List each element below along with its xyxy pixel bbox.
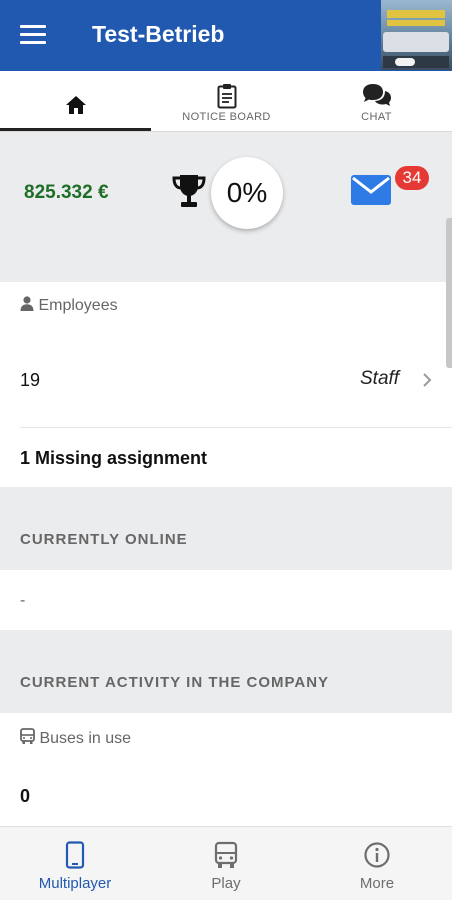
tab-notice-board[interactable]: NOTICE BOARD [151,71,302,131]
app-bar: Test-Betrieb [0,0,452,71]
bottom-navigation: Multiplayer Play More [0,826,452,900]
activity-title: CURRENT ACTIVITY IN THE COMPANY [20,674,330,691]
unread-messages-badge[interactable]: 34 [395,166,429,190]
buses-in-use-value: 0 [20,786,31,806]
nav-play[interactable]: Play [151,827,301,900]
divider [20,427,452,428]
tab-label: CHAT [361,111,392,123]
side-drawer-handle[interactable] [446,218,452,368]
nav-label: Multiplayer [38,875,112,892]
staff-link[interactable]: Staff [360,368,399,390]
employees-label: Employees [38,297,118,314]
stats-panel: 825.332 € 0% 34 [0,132,452,282]
app-title: Test-Betrieb [92,21,225,47]
online-title: CURRENTLY ONLINE [20,531,188,548]
top-tab-bar: NOTICE BOARD CHAT [0,71,452,132]
tab-chat[interactable]: CHAT [301,71,452,131]
trophy-icon [172,175,206,207]
missing-assignment[interactable]: 1 Missing assignment [20,448,207,469]
home-icon [65,96,86,114]
tab-home[interactable] [0,71,151,131]
phone-icon [65,841,85,869]
nav-label: Play [211,875,241,892]
menu-icon[interactable] [20,25,46,47]
company-balance: 825.332 € [24,182,109,203]
promo-banner-image[interactable] [381,0,452,70]
clipboard-icon [217,84,236,109]
employees-section-label: Employees [20,296,118,315]
buses-label: Buses in use [39,730,132,747]
progress-percentage: 0% [211,157,283,229]
tab-label: NOTICE BOARD [182,111,271,123]
info-icon [364,842,390,868]
buses-section-label: Buses in use [20,728,131,748]
online-header: CURRENTLY ONLINE [0,487,452,570]
mail-icon [351,175,391,205]
nav-multiplayer[interactable]: Multiplayer [0,827,150,900]
bus-icon [20,728,35,744]
nav-more[interactable]: More [302,827,452,900]
chevron-right-icon[interactable] [422,372,432,388]
online-users-value: - [20,592,26,609]
activity-header: CURRENT ACTIVITY IN THE COMPANY [0,630,452,713]
bus-icon [214,841,238,868]
chat-icon [362,84,391,106]
user-icon [20,296,34,311]
nav-label: More [359,875,395,892]
employee-count: 19 [20,370,41,390]
